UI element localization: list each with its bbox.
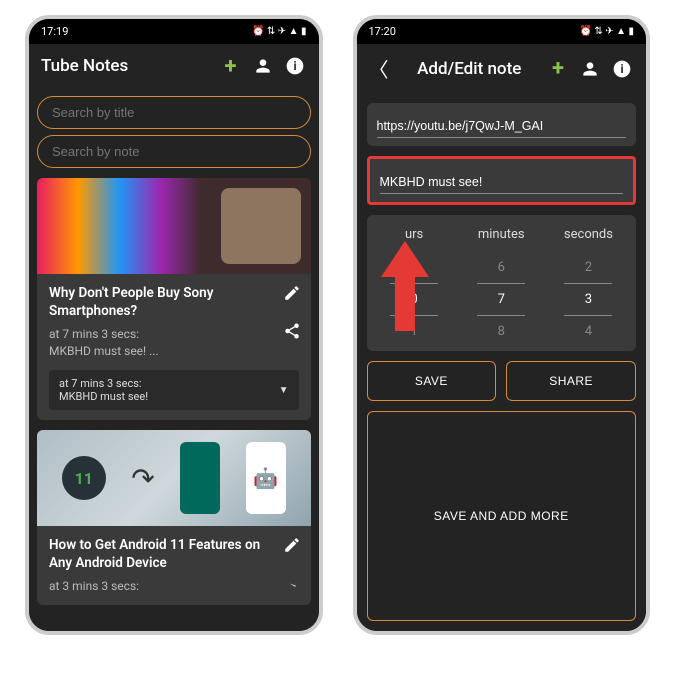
note-pill[interactable]: at 7 mins 3 secs: MKBHD must see! ▼ [49,370,299,410]
content-left: Why Don't People Buy Sony Smartphones? a… [29,88,319,631]
status-bar: 17:19 ⏰ ⇅ ✈ ▲ ▮ [29,19,319,44]
picker-label: urs [405,219,423,252]
share-icon[interactable] [283,574,301,592]
card-title: Why Don't People Buy Sony Smartphones? [49,284,299,320]
video-thumbnail [37,178,311,274]
add-icon[interactable]: + [546,57,570,81]
info-icon[interactable]: i [610,57,634,81]
svg-text:i: i [293,59,296,73]
svg-text:i: i [620,62,623,76]
android-icon: 🤖 [246,442,286,514]
url-input-box [367,103,637,146]
picker-value: 1 [390,316,438,347]
card-meta: at 3 mins 3 secs: [49,578,299,595]
picker-label: minutes [478,219,525,252]
add-icon[interactable]: + [219,54,243,78]
status-icons: ⏰ ⇅ ✈ ▲ ▮ [252,26,307,37]
status-time: 17:20 [369,25,396,38]
back-icon[interactable]: 〈 [369,54,389,83]
share-icon[interactable] [283,322,301,340]
note-card[interactable]: Why Don't People Buy Sony Smartphones? a… [37,178,311,420]
person-icon[interactable] [251,54,275,78]
hours-column[interactable]: urs 71 0 1 [371,219,458,347]
minutes-column[interactable]: minutes 6 7 8 [458,219,545,347]
note-pill-text: at 7 mins 3 secs: MKBHD must see! [59,377,148,403]
url-input[interactable] [377,119,627,138]
save-and-add-more-button[interactable]: SAVE AND ADD MORE [367,411,637,621]
screen-title: Add/Edit note [401,59,539,79]
edit-icon[interactable] [283,536,301,554]
picker-value-selected: 0 [390,283,438,316]
picker-value: 4 [564,316,612,347]
button-row: SAVE SHARE [367,361,637,401]
search-title-input[interactable] [37,96,311,129]
status-icons: ⏰ ⇅ ✈ ▲ ▮ [579,26,634,37]
edit-icon[interactable] [283,284,301,302]
search-group [37,96,311,168]
picker-value: 71 [390,252,438,283]
video-thumbnail: 11 ↷ 🤖 [37,430,311,526]
info-icon[interactable]: i [283,54,307,78]
picker-label: seconds [564,219,613,252]
card-title: How to Get Android 11 Features on Any An… [49,536,299,572]
search-note-input[interactable] [37,135,311,168]
note-card[interactable]: 11 ↷ 🤖 How to Get Android 11 Features on… [37,430,311,605]
circle-icon: 11 [62,456,106,500]
header: Tube Notes + i [29,44,319,88]
phone-illustration [180,442,220,514]
note-input[interactable] [380,175,624,194]
chevron-down-icon[interactable]: ▼ [279,385,289,396]
picker-value: 2 [564,252,612,283]
time-picker: urs 71 0 1 minutes 6 7 8 seconds 2 3 4 [367,215,637,351]
status-time: 17:19 [41,25,68,38]
seconds-column[interactable]: seconds 2 3 4 [545,219,632,347]
picker-value-selected: 7 [477,283,525,316]
app-title: Tube Notes [41,56,211,76]
picker-value: 8 [477,316,525,347]
save-button[interactable]: SAVE [367,361,497,401]
content-right: urs 71 0 1 minutes 6 7 8 seconds 2 3 4 S… [357,93,647,631]
phone-right: 17:20 ⏰ ⇅ ✈ ▲ ▮ 〈 Add/Edit note + i urs … [353,15,651,635]
status-bar: 17:20 ⏰ ⇅ ✈ ▲ ▮ [357,19,647,44]
phone-left: 17:19 ⏰ ⇅ ✈ ▲ ▮ Tube Notes + i Why Don't… [25,15,323,635]
card-meta: at 7 mins 3 secs: MKBHD must see! ... [49,326,299,360]
arrow-icon: ↷ [131,462,154,495]
picker-value-selected: 3 [564,283,612,316]
share-button[interactable]: SHARE [506,361,636,401]
note-input-box [367,156,637,205]
header: 〈 Add/Edit note + i [357,44,647,93]
person-icon[interactable] [578,57,602,81]
picker-value: 6 [477,252,525,283]
